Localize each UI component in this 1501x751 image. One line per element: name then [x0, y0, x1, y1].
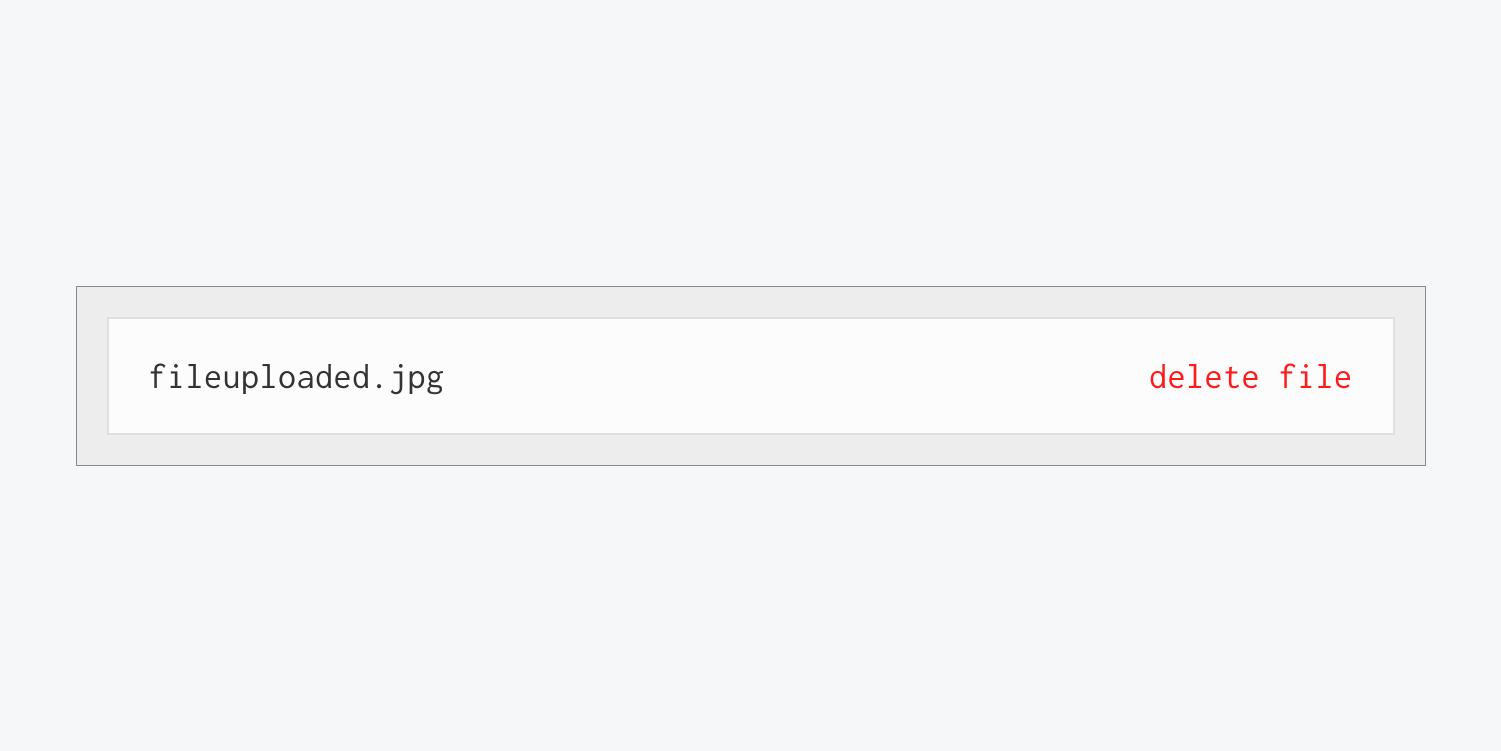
- file-row: fileuploaded.jpg delete file: [107, 317, 1395, 435]
- file-upload-container: fileuploaded.jpg delete file: [76, 286, 1426, 466]
- delete-file-button[interactable]: delete file: [1149, 357, 1353, 395]
- filename-label: fileuploaded.jpg: [149, 357, 445, 395]
